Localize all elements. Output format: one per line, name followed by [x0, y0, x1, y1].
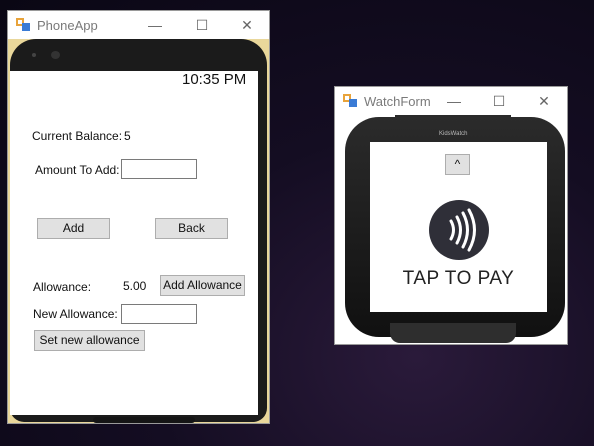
amount-to-add-label: Amount To Add:: [35, 163, 120, 177]
current-balance-value: 5: [124, 129, 131, 143]
watch-brand: KidsWatch: [439, 131, 468, 137]
amount-to-add-input[interactable]: [121, 159, 197, 179]
clock-time: 10:35 PM: [182, 71, 247, 88]
sensor-dot: [32, 53, 36, 57]
current-balance-label: Current Balance:: [32, 129, 123, 143]
close-button[interactable]: ✕: [530, 90, 558, 112]
allowance-value: 5.00: [123, 279, 147, 293]
maximize-button[interactable]: ☐: [188, 14, 216, 36]
watch-strap-bottom: [390, 323, 516, 343]
set-new-allowance-button[interactable]: Set new allowance: [34, 330, 145, 351]
back-button[interactable]: Back: [155, 218, 228, 239]
new-allowance-input[interactable]: [121, 304, 197, 324]
watch-form-window: WatchForm — ☐ ✕ KidsWatch ^ TAP TO PAY: [334, 86, 568, 345]
scroll-up-button[interactable]: ^: [445, 154, 470, 175]
phone-screen: 10:35 PM Current Balance: 5 Amount To Ad…: [10, 71, 258, 415]
minimize-button[interactable]: —: [440, 90, 468, 112]
maximize-button[interactable]: ☐: [485, 90, 513, 112]
watch-screen: ^ TAP TO PAY: [370, 142, 547, 312]
add-allowance-button[interactable]: Add Allowance: [160, 275, 245, 296]
new-allowance-label: New Allowance:: [33, 307, 118, 321]
app-icon: [16, 18, 30, 31]
tap-to-pay-label[interactable]: TAP TO PAY: [370, 268, 547, 290]
window-title: WatchForm: [364, 94, 431, 109]
window-title: PhoneApp: [37, 18, 98, 33]
contactless-pay-icon[interactable]: [428, 199, 490, 261]
phone-title-bar[interactable]: PhoneApp — ☐ ✕: [8, 11, 269, 39]
phone-bottom-bar: [93, 417, 195, 423]
minimize-button[interactable]: —: [141, 14, 169, 36]
camera-dot: [51, 51, 60, 59]
phone-app-window: PhoneApp — ☐ ✕ 10:35 PM Current Balance:…: [7, 10, 270, 424]
close-button[interactable]: ✕: [233, 14, 261, 36]
add-button[interactable]: Add: [37, 218, 110, 239]
app-icon: [343, 94, 357, 107]
watch-title-bar[interactable]: WatchForm — ☐ ✕: [335, 87, 567, 115]
allowance-label: Allowance:: [33, 280, 92, 294]
